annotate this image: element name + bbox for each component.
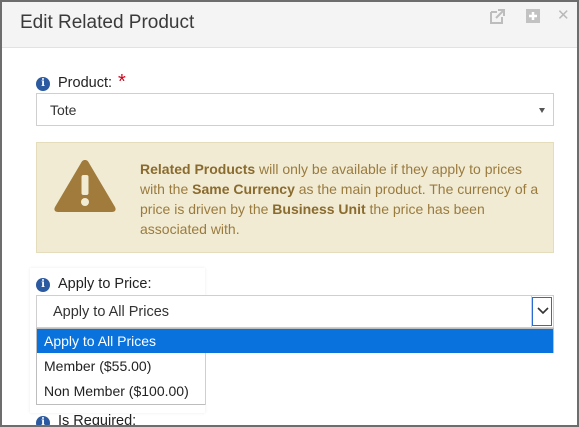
info-icon[interactable]: i xyxy=(36,77,50,91)
apply-to-price-dropdown: Apply to All Prices Member ($55.00) Non … xyxy=(36,328,554,405)
dropdown-option-all-prices[interactable]: Apply to All Prices xyxy=(37,329,553,353)
dropdown-option-non-member[interactable]: Non Member ($100.00) xyxy=(37,379,205,403)
dialog-title: Edit Related Product xyxy=(20,12,195,33)
dropdown-toggle-button[interactable] xyxy=(531,296,553,327)
popout-icon[interactable] xyxy=(488,8,506,26)
alert-bold-related-products: Related Products xyxy=(140,161,256,177)
apply-to-price-select[interactable]: Apply to All Prices xyxy=(36,295,554,328)
underlying-field xyxy=(205,353,554,405)
product-select-value: Tote xyxy=(50,102,77,118)
edit-related-product-dialog: Edit Related Product ✕ i Product: * Tote xyxy=(0,0,579,427)
close-icon[interactable]: ✕ xyxy=(557,6,575,24)
apply-to-price-value: Apply to All Prices xyxy=(53,304,170,320)
warning-icon xyxy=(53,157,117,218)
alert-bold-business-unit: Business Unit xyxy=(272,201,366,217)
currency-warning-alert: Related Products will only be available … xyxy=(36,142,554,253)
alert-message: Related Products will only be available … xyxy=(140,159,540,239)
chevron-down-icon xyxy=(537,307,549,315)
info-icon[interactable]: i xyxy=(36,278,50,292)
info-icon[interactable]: i xyxy=(36,416,50,425)
apply-to-price-label: Apply to Price: xyxy=(58,276,152,292)
alert-bold-same-currency: Same Currency xyxy=(192,181,295,197)
is-required-label: Is Required: xyxy=(58,413,137,427)
chevron-down-icon xyxy=(539,108,545,113)
required-indicator: * xyxy=(118,71,126,93)
dropdown-option-member[interactable]: Member ($55.00) xyxy=(37,354,205,378)
product-select[interactable]: Tote xyxy=(36,93,554,126)
product-label: Product: xyxy=(58,75,112,91)
add-icon[interactable] xyxy=(525,8,543,26)
dialog-header: Edit Related Product ✕ xyxy=(2,2,577,48)
